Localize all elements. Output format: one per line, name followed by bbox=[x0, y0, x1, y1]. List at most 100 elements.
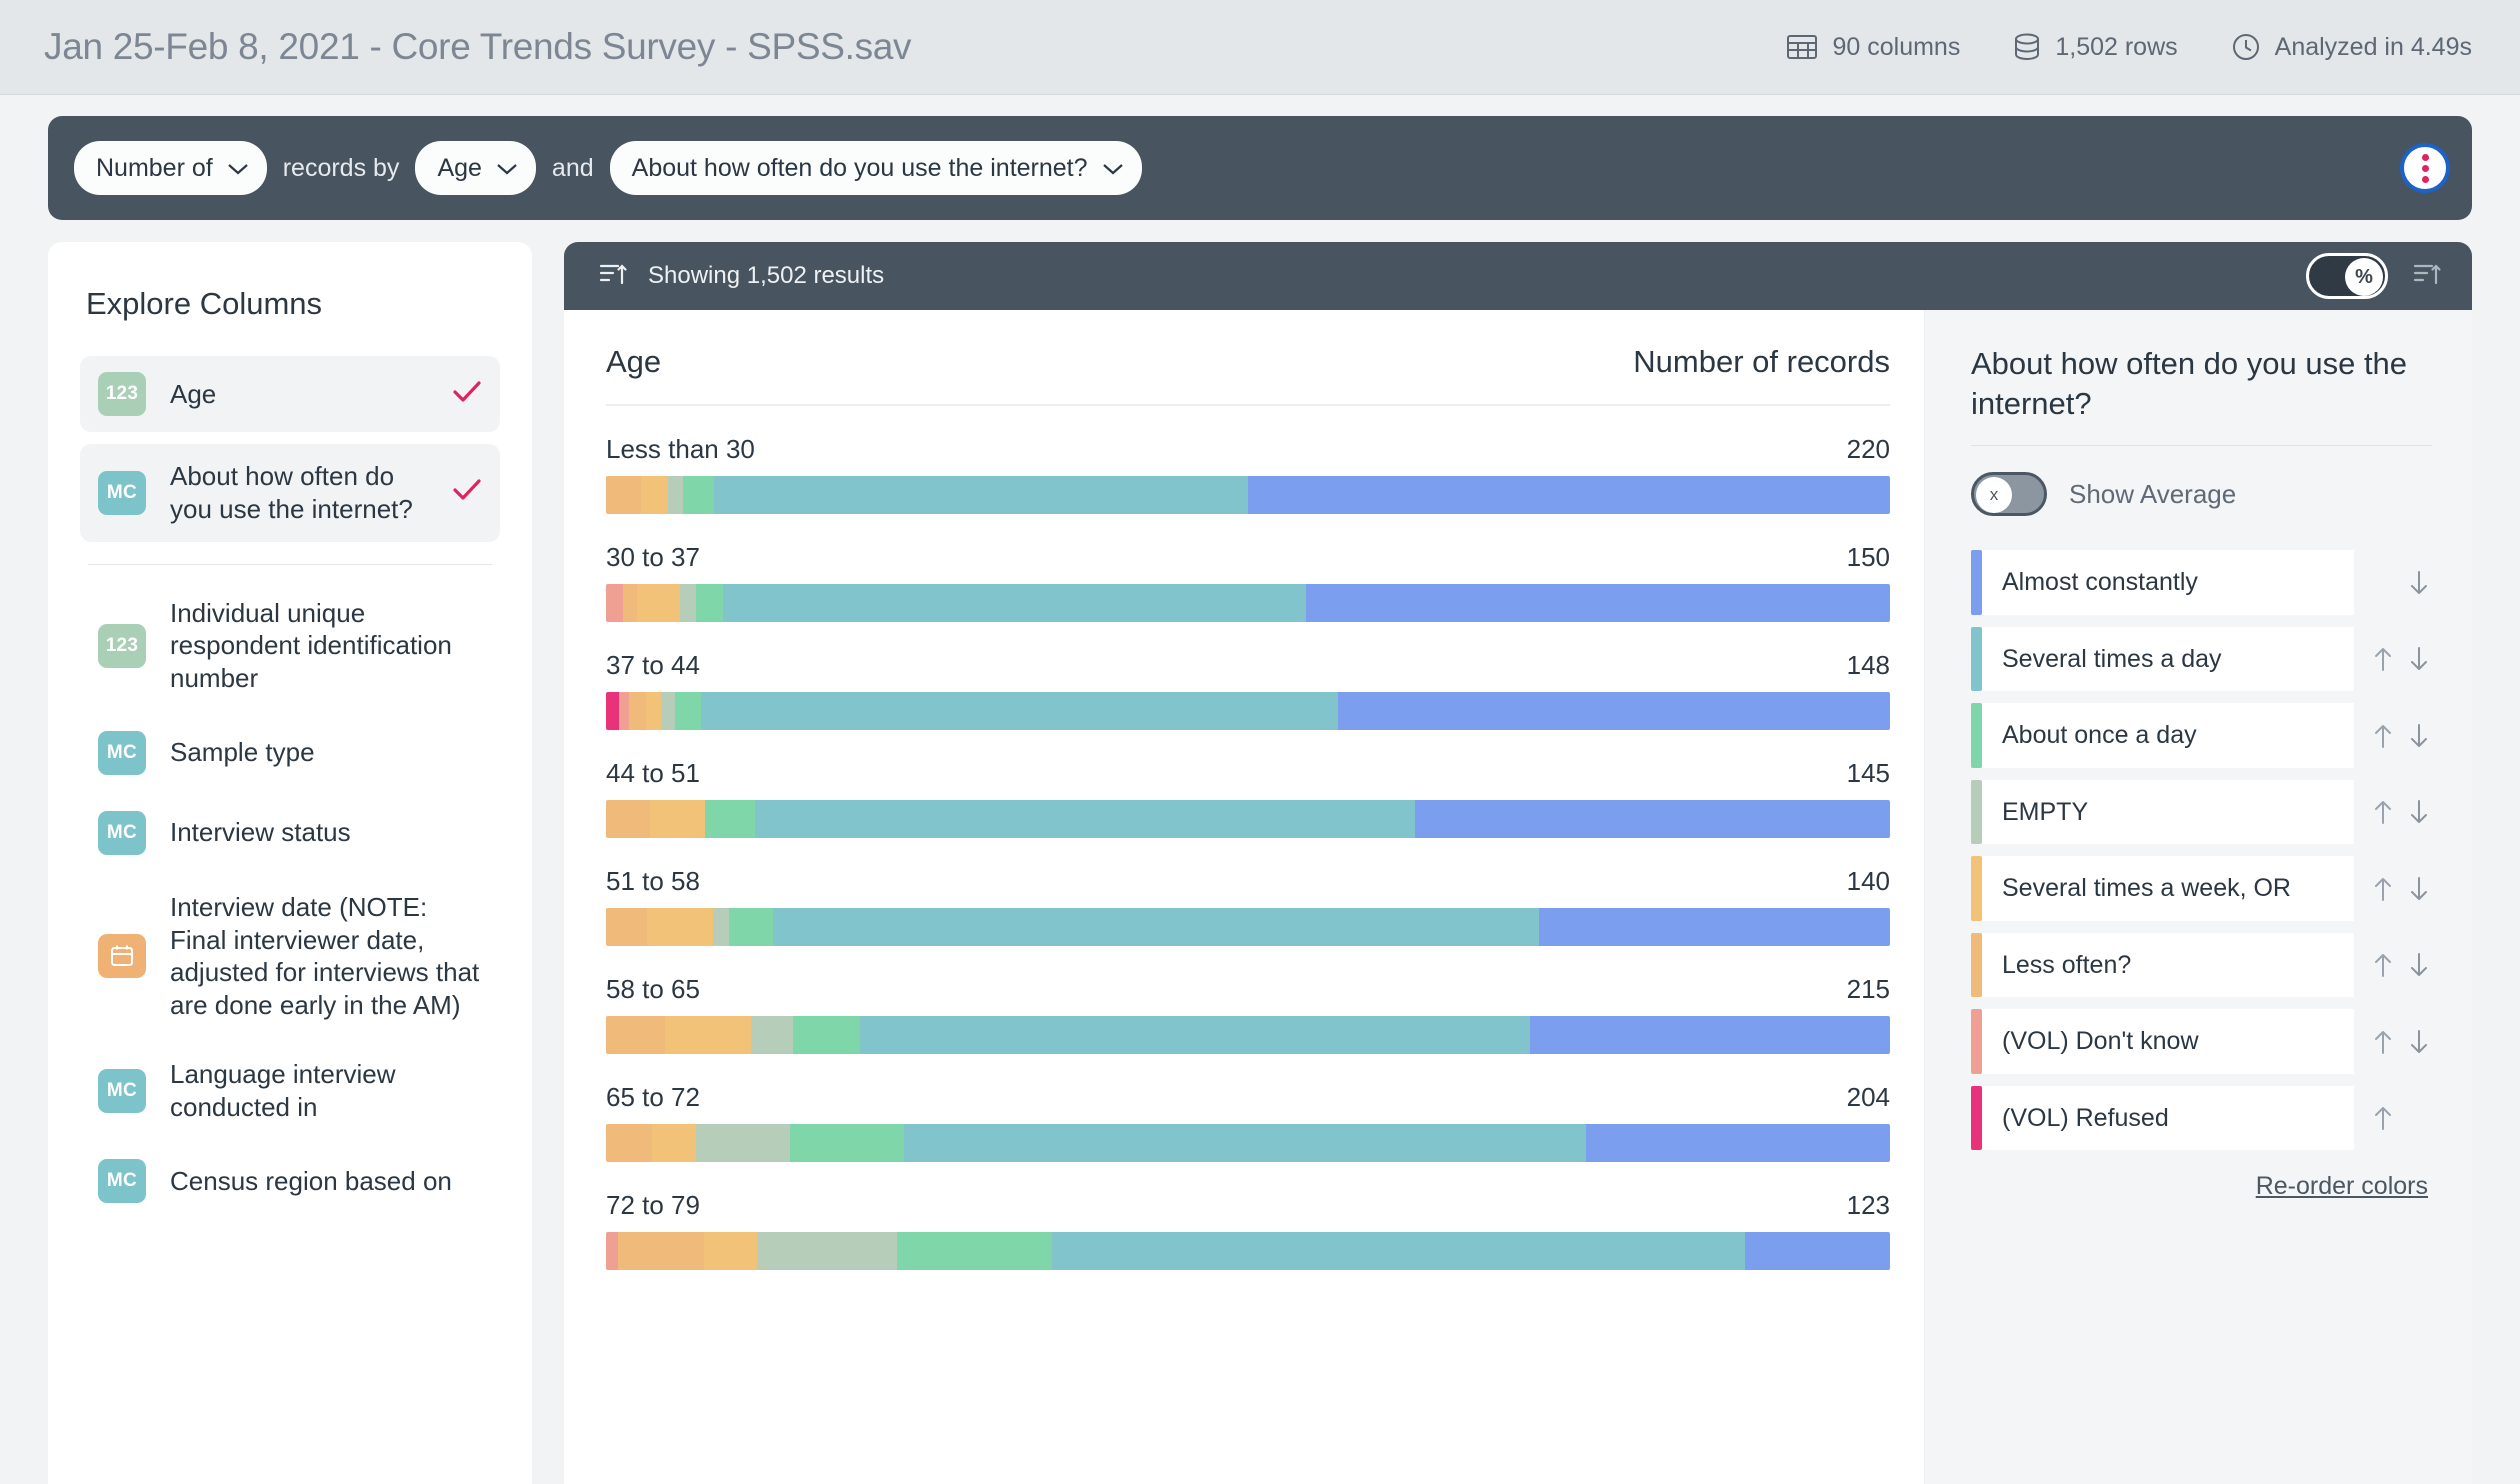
arrow-down-icon[interactable] bbox=[2406, 568, 2432, 598]
chart-bar-segment[interactable] bbox=[897, 1232, 1052, 1270]
sidebar-item-internet-frequency[interactable]: MC About how often do you use the intern… bbox=[80, 444, 500, 542]
legend-item[interactable]: Almost constantly bbox=[1971, 550, 2432, 615]
legend-item[interactable]: (VOL) Refused bbox=[1971, 1085, 2432, 1151]
chart-bar-segment[interactable] bbox=[1585, 1124, 1890, 1162]
chart-bar-segment[interactable] bbox=[606, 800, 650, 838]
arrow-down-icon[interactable] bbox=[2406, 797, 2432, 827]
chart-row-bar[interactable] bbox=[606, 908, 1890, 946]
chart-bar-segment[interactable] bbox=[683, 476, 714, 514]
chart-bar-segment[interactable] bbox=[695, 584, 723, 622]
chart-row-value: 148 bbox=[1846, 650, 1890, 680]
chart-bar-segment[interactable] bbox=[757, 1232, 898, 1270]
chart-row-bar[interactable] bbox=[606, 692, 1890, 730]
chart-bar-segment[interactable] bbox=[606, 1016, 666, 1054]
sidebar-item-label: Individual unique respondent identificat… bbox=[170, 597, 452, 694]
arrow-down-icon[interactable] bbox=[2406, 721, 2432, 751]
chart-row-bar[interactable] bbox=[606, 1232, 1890, 1270]
chart-bar-segment[interactable] bbox=[1530, 1016, 1890, 1054]
chart-bar-segment[interactable] bbox=[629, 692, 646, 730]
chart-bar-segment[interactable] bbox=[712, 908, 730, 946]
chart-bar-segment[interactable] bbox=[618, 692, 630, 730]
legend-item[interactable]: Less often? bbox=[1971, 932, 2432, 998]
chart-bar-segment[interactable] bbox=[903, 1124, 1586, 1162]
percent-toggle[interactable]: % bbox=[2306, 253, 2388, 299]
legend-item[interactable]: EMPTY bbox=[1971, 779, 2432, 845]
arrow-down-icon[interactable] bbox=[2406, 644, 2432, 674]
chart-row-bar[interactable] bbox=[606, 476, 1890, 514]
arrow-up-icon[interactable] bbox=[2370, 950, 2396, 980]
arrow-down-icon[interactable] bbox=[2406, 874, 2432, 904]
query-options-menu-button[interactable] bbox=[2400, 143, 2450, 193]
chart-bar-segment[interactable] bbox=[751, 1016, 794, 1054]
chart-bar-segment[interactable] bbox=[606, 692, 619, 730]
arrow-up-icon[interactable] bbox=[2370, 797, 2396, 827]
dimension-2-dropdown[interactable]: About how often do you use the internet? bbox=[609, 141, 1142, 195]
legend-item[interactable]: Several times a week, OR bbox=[1971, 856, 2432, 921]
chart-bar-segment[interactable] bbox=[1414, 800, 1890, 838]
chart-bar-segment[interactable] bbox=[647, 908, 713, 946]
arrow-up-icon[interactable] bbox=[2370, 1027, 2396, 1057]
chart-bar-segment[interactable] bbox=[606, 1232, 618, 1270]
sidebar-item-age[interactable]: 123 Age bbox=[80, 356, 500, 432]
chart-bar-segment[interactable] bbox=[713, 476, 1248, 514]
sidebar-item-respondent-id[interactable]: 123 Individual unique respondent identif… bbox=[80, 579, 500, 713]
sidebar-item-language[interactable]: MC Language interview conducted in bbox=[80, 1040, 500, 1142]
chart-bar-segment[interactable] bbox=[617, 1232, 704, 1270]
dimension-1-dropdown[interactable]: Age bbox=[415, 141, 536, 195]
arrow-down-icon[interactable] bbox=[2406, 950, 2432, 980]
legend-item[interactable]: About once a day bbox=[1971, 703, 2432, 768]
show-average-toggle[interactable]: x bbox=[1971, 472, 2047, 517]
chart-bar-segment[interactable] bbox=[649, 800, 705, 838]
chart-bar-segment[interactable] bbox=[772, 908, 1540, 946]
sidebar-item-interview-date[interactable]: Interview date (NOTE: Final interviewer … bbox=[80, 873, 500, 1040]
chart-bar-segment[interactable] bbox=[667, 476, 684, 514]
chart-bar-segment[interactable] bbox=[704, 800, 755, 838]
chart-bar-segment[interactable] bbox=[606, 908, 648, 946]
legend-item[interactable]: Several times a day bbox=[1971, 626, 2432, 692]
chart-row-bar[interactable] bbox=[606, 1124, 1890, 1162]
chart-bar-segment[interactable] bbox=[1305, 584, 1890, 622]
chart-bar-segment[interactable] bbox=[606, 1124, 653, 1162]
chart-bar-segment[interactable] bbox=[1744, 1232, 1890, 1270]
arrow-up-icon[interactable] bbox=[2370, 644, 2396, 674]
chart-bar-segment[interactable] bbox=[665, 1016, 752, 1054]
chart-bar-segment[interactable] bbox=[645, 692, 662, 730]
chart-bar-segment[interactable] bbox=[695, 1124, 790, 1162]
chart-bar-segment[interactable] bbox=[1539, 908, 1890, 946]
legend-item[interactable]: (VOL) Don't know bbox=[1971, 1009, 2432, 1074]
chart-bar-segment[interactable] bbox=[640, 476, 668, 514]
chart-bar-segment[interactable] bbox=[703, 1232, 758, 1270]
sort-ascending-icon[interactable] bbox=[2412, 261, 2442, 292]
chart-bar-segment[interactable] bbox=[729, 908, 773, 946]
chart-row-bar[interactable] bbox=[606, 584, 1890, 622]
chart-row-bar[interactable] bbox=[606, 800, 1890, 838]
chart-bar-segment[interactable] bbox=[1051, 1232, 1745, 1270]
chart-bar-segment[interactable] bbox=[1247, 476, 1890, 514]
arrow-up-icon[interactable] bbox=[2370, 721, 2396, 751]
chart-bar-segment[interactable] bbox=[789, 1124, 904, 1162]
sidebar-item-sample-type[interactable]: MC Sample type bbox=[80, 713, 500, 793]
chart-bar-segment[interactable] bbox=[661, 692, 676, 730]
measure-dropdown[interactable]: Number of bbox=[74, 141, 267, 195]
sidebar-item-census-region[interactable]: MC Census region based on bbox=[80, 1141, 500, 1221]
chart-bar-segment[interactable] bbox=[1337, 692, 1890, 730]
arrow-down-icon[interactable] bbox=[2406, 1027, 2432, 1057]
chart-bar-segment[interactable] bbox=[606, 476, 641, 514]
sidebar-item-interview-status[interactable]: MC Interview status bbox=[80, 793, 500, 873]
sort-ascending-icon[interactable] bbox=[598, 261, 628, 292]
reorder-colors-link[interactable]: Re-order colors bbox=[2256, 1172, 2428, 1200]
chart-bar-segment[interactable] bbox=[700, 692, 1338, 730]
chart-bar-segment[interactable] bbox=[793, 1016, 861, 1054]
chart-bar-segment[interactable] bbox=[652, 1124, 696, 1162]
chart-bar-segment[interactable] bbox=[606, 584, 623, 622]
chart-bar-segment[interactable] bbox=[680, 584, 696, 622]
chart-bar-segment[interactable] bbox=[754, 800, 1415, 838]
chart-bar-segment[interactable] bbox=[675, 692, 701, 730]
chart-bar-segment[interactable] bbox=[622, 584, 637, 622]
chart-row-bar[interactable] bbox=[606, 1016, 1890, 1054]
chart-bar-segment[interactable] bbox=[636, 584, 681, 622]
arrow-up-icon[interactable] bbox=[2370, 1103, 2396, 1133]
chart-bar-segment[interactable] bbox=[722, 584, 1306, 622]
arrow-up-icon[interactable] bbox=[2370, 874, 2396, 904]
chart-bar-segment[interactable] bbox=[860, 1016, 1531, 1054]
